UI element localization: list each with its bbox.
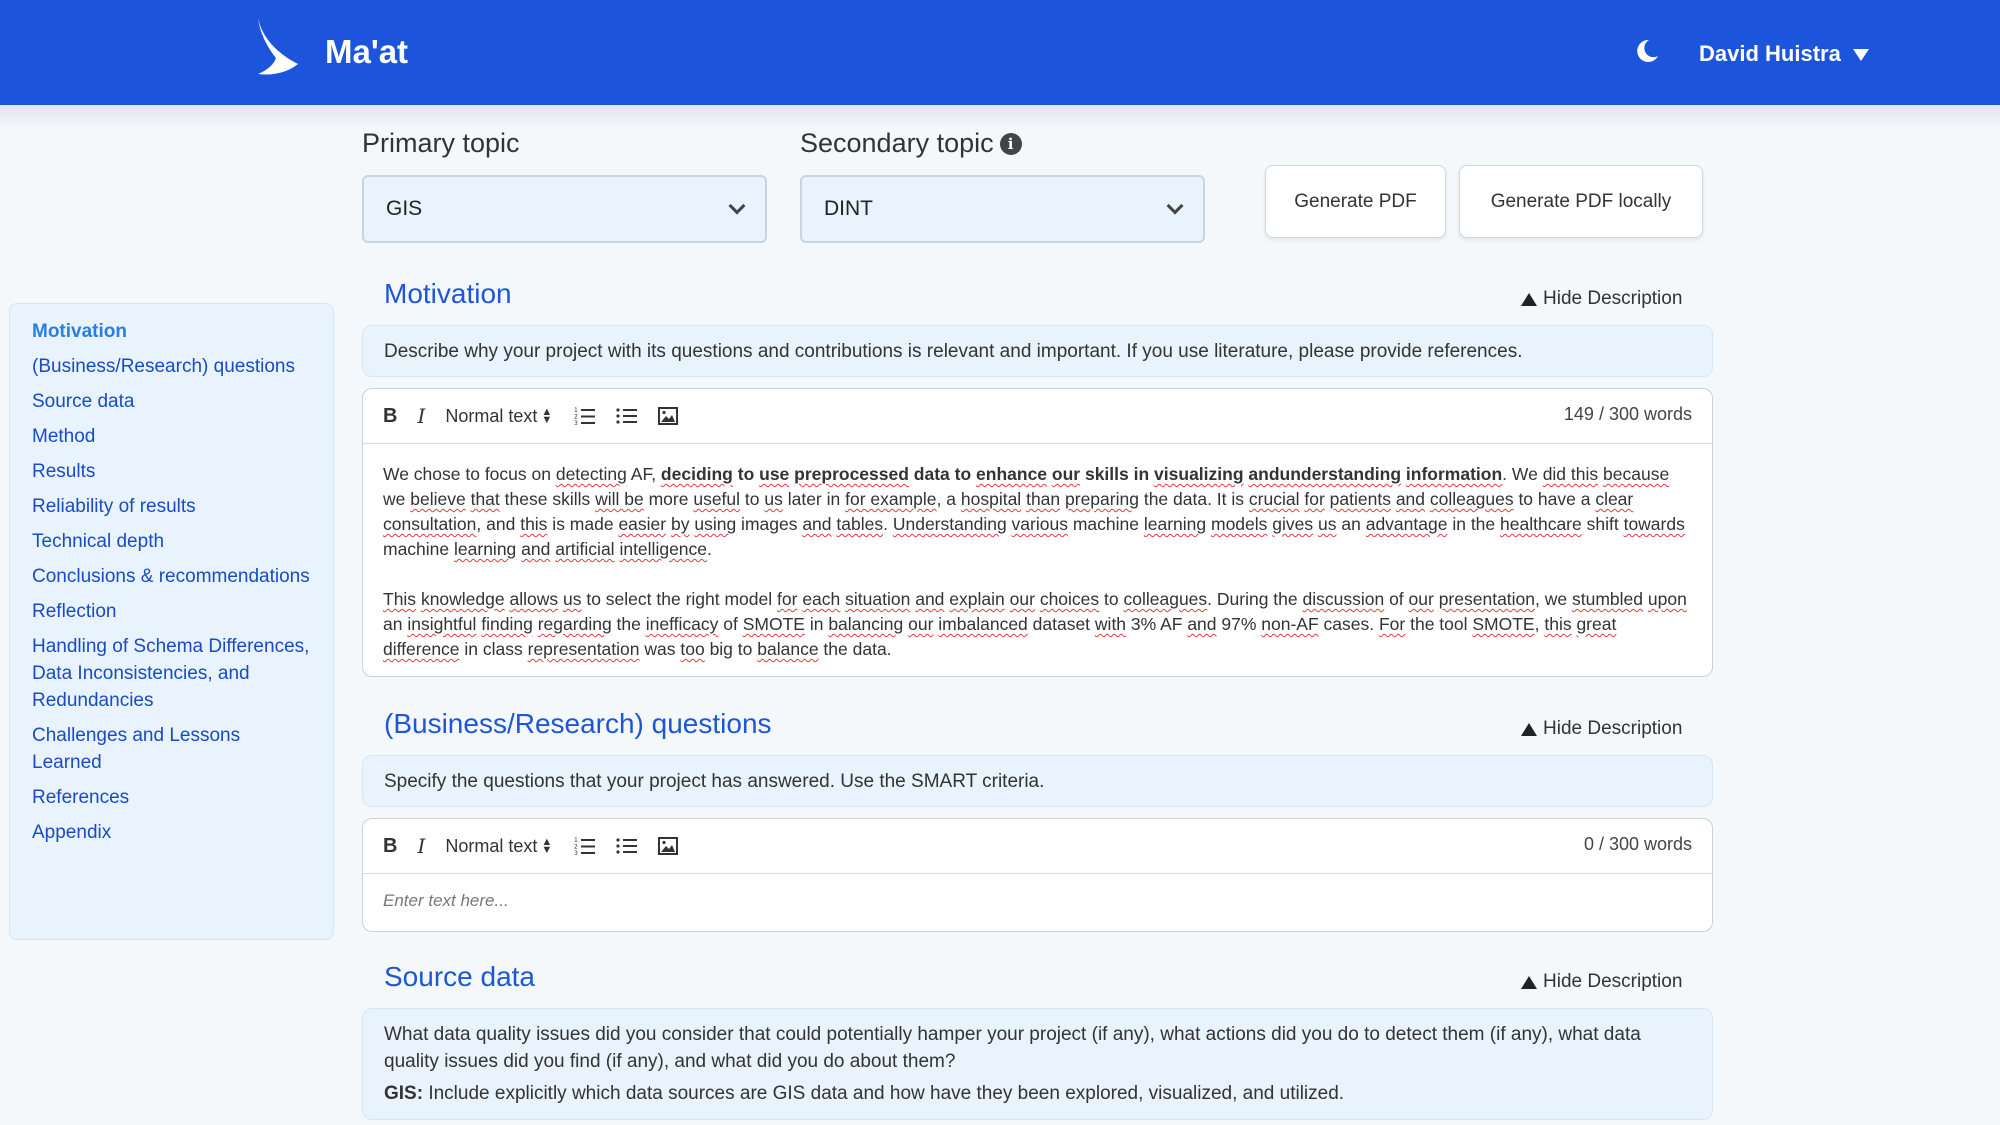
sidebar-item-conclusions[interactable]: Conclusions & recommendations: [32, 563, 311, 590]
secondary-topic-value: DINT: [824, 197, 873, 220]
sidebar-item-results[interactable]: Results: [32, 458, 311, 485]
bullet-list-icon[interactable]: [616, 406, 638, 426]
sidebar-item-technical-depth[interactable]: Technical depth: [32, 528, 311, 555]
sidebar-item-references[interactable]: References: [32, 784, 311, 811]
editor-toolbar: B I Normal text ▲ ▼ 123 149 / 300 words: [363, 389, 1712, 444]
italic-button[interactable]: I: [417, 404, 425, 428]
section-nav: Motivation (Business/Research) questions…: [9, 303, 334, 940]
dark-mode-moon-icon[interactable]: [1634, 38, 1660, 64]
app-title: Ma'at: [325, 33, 409, 70]
logo-icon: [258, 18, 298, 75]
image-icon[interactable]: [658, 837, 679, 855]
italic-button[interactable]: I: [417, 834, 425, 858]
sidebar-item-appendix[interactable]: Appendix: [32, 819, 311, 846]
header-shadow: [0, 105, 2000, 129]
up-down-icon: ▲ ▼: [541, 836, 553, 856]
top-bar: Ma'at David Huistra: [0, 0, 2000, 105]
hide-description-toggle[interactable]: Hide Description: [1521, 971, 1682, 993]
hide-description-toggle[interactable]: Hide Description: [1521, 288, 1682, 310]
bold-button[interactable]: B: [383, 405, 397, 428]
secondary-topic-label-group: Secondary topic i: [800, 128, 1022, 159]
sidebar-item-questions[interactable]: (Business/Research) questions: [32, 353, 311, 380]
section-title-questions: (Business/Research) questions: [384, 708, 772, 739]
rich-text-editor[interactable]: B I Normal text ▲ ▼ 123 149 / 300 words We…: [362, 388, 1713, 677]
editor-toolbar: B I Normal text ▲ ▼ 123 0 / 300 words: [363, 819, 1712, 874]
word-count: 149 / 300 words: [1563, 404, 1692, 424]
section-description: Specify the questions that your project …: [362, 755, 1713, 807]
ordered-list-icon[interactable]: 123: [574, 406, 596, 426]
text-format-select[interactable]: Normal text ▲ ▼: [445, 836, 552, 857]
sidebar-item-schema-differences[interactable]: Handling of Schema Differences, Data Inc…: [32, 633, 311, 714]
image-icon[interactable]: [658, 407, 679, 425]
secondary-topic-select[interactable]: DINT: [800, 175, 1205, 243]
user-menu[interactable]: David Huistra: [1699, 41, 1869, 67]
primary-topic-value: GIS: [386, 197, 423, 220]
hide-description-label: Hide Description: [1543, 288, 1683, 309]
sidebar-item-method[interactable]: Method: [32, 423, 311, 450]
user-name: David Huistra: [1699, 41, 1841, 66]
bold-button[interactable]: B: [383, 835, 397, 858]
secondary-topic-label: Secondary topic: [800, 128, 994, 158]
text-format-value: Normal text: [445, 405, 538, 426]
description-text: What data quality issues did you conside…: [384, 1024, 1641, 1072]
editor-content[interactable]: We chose to focus on detecting AF, decid…: [363, 444, 1712, 676]
sidebar-item-reflection[interactable]: Reflection: [32, 598, 311, 625]
info-icon[interactable]: i: [999, 133, 1022, 155]
svg-text:3: 3: [574, 850, 578, 856]
gis-text: Include explicitly which data sources ar…: [423, 1083, 1345, 1104]
section-description: Describe why your project with its quest…: [362, 325, 1713, 377]
bullet-list-icon[interactable]: [616, 836, 638, 856]
sidebar-item-reliability[interactable]: Reliability of results: [32, 493, 311, 520]
sidebar-item-source-data[interactable]: Source data: [32, 388, 311, 415]
sidebar-item-motivation[interactable]: Motivation: [32, 318, 311, 345]
hide-description-toggle[interactable]: Hide Description: [1521, 718, 1682, 740]
triangle-up-icon: [1521, 292, 1537, 306]
hide-description-label: Hide Description: [1543, 971, 1683, 992]
editor-paragraph: We chose to focus on detecting AF, decid…: [383, 464, 1685, 559]
triangle-up-icon: [1521, 722, 1537, 736]
sidebar-item-challenges[interactable]: Challenges and Lessons Learned: [32, 722, 311, 776]
text-format-value: Normal text: [445, 835, 538, 856]
svg-text:3: 3: [574, 420, 578, 426]
generate-pdf-locally-button[interactable]: Generate PDF locally: [1459, 165, 1703, 238]
editor-paragraph: This knowledge allows us to select the r…: [383, 589, 1687, 659]
generate-pdf-button[interactable]: Generate PDF: [1265, 165, 1446, 238]
gis-note: GIS: Include explicitly which data sourc…: [384, 1080, 1691, 1107]
chevron-down-icon: [1166, 197, 1184, 215]
gis-label: GIS:: [384, 1083, 424, 1104]
hide-description-label: Hide Description: [1543, 718, 1683, 739]
triangle-up-icon: [1521, 975, 1537, 989]
chevron-down-icon: [728, 197, 746, 215]
section-title-source-data: Source data: [384, 961, 535, 992]
text-format-select[interactable]: Normal text ▲ ▼: [445, 406, 552, 427]
caret-down-icon: [1852, 49, 1869, 61]
word-count: 0 / 300 words: [1583, 834, 1692, 854]
primary-topic-select[interactable]: GIS: [362, 175, 767, 243]
rich-text-editor[interactable]: B I Normal text ▲ ▼ 123 0 / 300 words Ente…: [362, 818, 1713, 932]
up-down-icon: ▲ ▼: [541, 406, 553, 426]
section-title-motivation: Motivation: [384, 278, 512, 309]
ordered-list-icon[interactable]: 123: [574, 836, 596, 856]
editor-placeholder[interactable]: Enter text here...: [363, 874, 1712, 928]
section-description: What data quality issues did you conside…: [362, 1008, 1713, 1120]
primary-topic-label: Primary topic: [362, 128, 520, 158]
